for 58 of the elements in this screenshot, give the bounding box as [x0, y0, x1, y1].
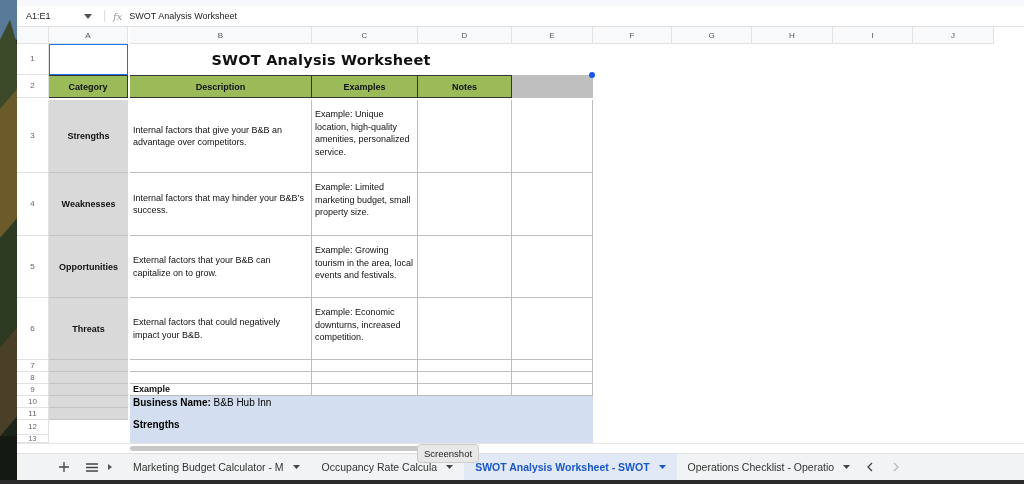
sheet-title: SWOT Analysis Worksheet [210, 50, 432, 70]
caret-icon[interactable] [446, 465, 454, 469]
selected-cell[interactable] [49, 44, 128, 75]
business-name-text: Business Name: B&B Hub Inn [133, 396, 273, 409]
column-header[interactable]: C [312, 27, 418, 44]
section-heading: Strengths [133, 418, 181, 431]
column-header[interactable]: F [593, 27, 672, 44]
category-cell: Weaknesses [49, 173, 128, 236]
description-cell: External factors that could negatively impact your B&B. [130, 298, 312, 360]
header-cell: Description [130, 75, 312, 98]
row-header[interactable]: 4 [17, 173, 49, 236]
chevron-left-icon[interactable] [867, 462, 874, 472]
header-cell: Notes [418, 75, 512, 98]
examples-cell: Example: Limited marketing budget, small property size. [312, 173, 418, 236]
caret-icon[interactable] [843, 465, 851, 469]
description-cell: External factors that your B&B can capitalize on to grow. [130, 236, 312, 298]
column-header[interactable]: A [49, 27, 128, 44]
menu-icon [86, 462, 98, 472]
column-header[interactable]: J [913, 27, 994, 44]
examples-cell: Example: Unique location, high-quality amenities, personalized service. [312, 100, 418, 173]
formula-field[interactable]: SWOT Analysis Worksheet [129, 11, 238, 21]
cell-reference-box[interactable]: A1:E1 [17, 8, 102, 24]
row-header[interactable]: 8 [17, 372, 49, 384]
row-header[interactable]: 3 [17, 100, 49, 173]
sheet-tab[interactable]: Operations Checklist - Operatio [676, 454, 862, 480]
column-header[interactable]: H [752, 27, 833, 44]
row-header[interactable]: 1 [17, 44, 49, 75]
tooltip: Screenshot [417, 444, 480, 463]
row-header[interactable]: 12 [17, 420, 49, 435]
row-header[interactable]: 2 [17, 75, 49, 98]
row-header[interactable]: 10 [17, 396, 49, 408]
category-cell: Opportunities [49, 236, 128, 298]
row-header[interactable]: 7 [17, 360, 49, 372]
column-header[interactable]: G [672, 27, 752, 44]
examples-cell: Example: Economic downturns, increased competition. [312, 298, 418, 360]
sheet-tab[interactable]: Marketing Budget Calculator - M [122, 454, 311, 480]
row-header[interactable]: 6 [17, 298, 49, 360]
description-cell: Internal factors that give your B&B an advantage over competitors. [130, 100, 312, 173]
column-header[interactable]: I [833, 27, 913, 44]
category-cell: Threats [49, 298, 128, 360]
row-header[interactable]: 5 [17, 236, 49, 298]
category-cell: Strengths [49, 100, 128, 173]
row-header[interactable]: 11 [17, 408, 49, 420]
header-cell: Examples [312, 75, 418, 98]
row-header[interactable]: 9 [17, 384, 49, 396]
column-header[interactable]: B [130, 27, 312, 44]
caret-icon[interactable] [108, 464, 112, 470]
function-label: fx [113, 10, 123, 22]
description-cell: Internal factors that may hinder your B&B’s success. [130, 173, 312, 236]
caret-icon[interactable] [658, 465, 666, 469]
plus-icon [59, 462, 69, 472]
header-cell: Category [49, 75, 128, 98]
caret-icon[interactable] [292, 465, 300, 469]
column-header[interactable]: E [512, 27, 593, 44]
examples-cell: Example: Growing tourism in the area, local events and festivals. [312, 236, 418, 298]
selection-handle[interactable] [589, 72, 595, 78]
caret-icon[interactable] [84, 13, 92, 19]
column-header[interactable]: D [418, 27, 512, 44]
